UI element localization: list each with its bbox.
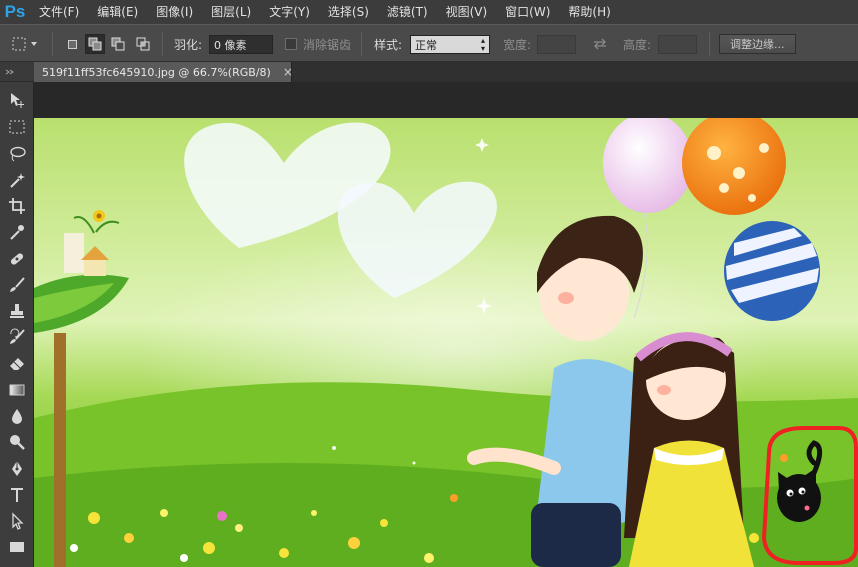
add-to-selection-button[interactable]	[85, 34, 105, 54]
feather-input[interactable]: 0 像素	[209, 35, 273, 54]
magic-wand-icon	[10, 173, 25, 188]
menu-image[interactable]: 图像(I)	[147, 0, 202, 24]
menu-type[interactable]: 文字(Y)	[260, 0, 319, 24]
brush-icon	[10, 277, 25, 292]
history-brush-icon	[10, 328, 25, 344]
blur-tool[interactable]	[0, 404, 34, 428]
lasso-tool[interactable]	[0, 142, 34, 166]
style-label: 样式:	[374, 37, 403, 52]
intersect-selection-icon	[136, 37, 150, 51]
blur-drop-icon	[12, 409, 22, 424]
subtract-selection-icon	[111, 37, 125, 51]
move-tool[interactable]	[0, 88, 34, 112]
subtract-selection-button[interactable]	[108, 34, 128, 54]
type-tool[interactable]	[0, 483, 34, 507]
stamp-icon	[10, 304, 24, 318]
tools-panel	[0, 82, 34, 567]
illustration	[34, 118, 858, 567]
document-tab[interactable]: 519f11ff53fc645910.jpg @ 66.7%(RGB/8) ×	[34, 62, 293, 82]
eyedropper-icon	[10, 225, 24, 240]
style-select[interactable]: 正常 ▴ ▾	[410, 35, 490, 54]
brush-tool[interactable]	[0, 273, 34, 297]
separator	[52, 32, 53, 56]
menu-window[interactable]: 窗口(W)	[496, 0, 559, 24]
separator	[709, 32, 710, 56]
document-tab-bar: 519f11ff53fc645910.jpg @ 66.7%(RGB/8) ×	[34, 62, 858, 82]
width-label: 宽度:	[503, 37, 532, 52]
menu-layer[interactable]: 图层(L)	[202, 0, 260, 24]
tools-panel-header[interactable]	[0, 62, 34, 82]
new-selection-icon	[67, 39, 77, 49]
menu-select[interactable]: 选择(S)	[319, 0, 378, 24]
lasso-icon	[10, 146, 26, 162]
shape-tool[interactable]	[0, 535, 34, 559]
dodge-icon	[10, 435, 25, 450]
document-canvas[interactable]	[34, 118, 858, 567]
menu-file[interactable]: 文件(F)	[30, 0, 88, 24]
new-selection-button[interactable]	[62, 34, 82, 54]
magic-wand-tool[interactable]	[0, 168, 34, 192]
path-selection-tool[interactable]	[0, 509, 34, 533]
tool-preset-picker[interactable]	[12, 25, 38, 63]
girl-blush	[657, 385, 671, 395]
height-label: 高度:	[623, 37, 652, 52]
rectangle-shape-icon	[10, 542, 24, 552]
pen-tool[interactable]	[0, 457, 34, 481]
crop-tool[interactable]	[0, 194, 34, 218]
gradient-icon	[9, 384, 25, 396]
separator	[162, 32, 163, 56]
style-select-value: 正常	[415, 38, 437, 52]
antialias-checkbox[interactable]	[285, 38, 297, 50]
dodge-tool[interactable]	[0, 430, 34, 454]
menu-help[interactable]: 帮助(H)	[559, 0, 619, 24]
clone-stamp-tool[interactable]	[0, 299, 34, 323]
antialias-label: 消除锯齿	[303, 37, 352, 52]
gradient-tool[interactable]	[0, 378, 34, 402]
width-input[interactable]	[537, 35, 576, 54]
eyedropper-tool[interactable]	[0, 220, 34, 244]
intersect-selection-button[interactable]	[133, 34, 153, 54]
swap-dimensions-icon[interactable]	[592, 25, 608, 63]
add-selection-icon	[88, 37, 102, 51]
menu-filter[interactable]: 滤镜(T)	[378, 0, 437, 24]
boy-pants	[531, 503, 621, 567]
rectangle-marquee-icon	[9, 120, 25, 134]
history-brush-tool[interactable]	[0, 325, 34, 349]
pasteboard	[34, 82, 858, 118]
move-icon	[11, 93, 24, 108]
photoshop-logo: Ps	[4, 2, 26, 21]
text-t-icon	[11, 488, 23, 502]
menu-view[interactable]: 视图(V)	[437, 0, 497, 24]
bandage-icon	[10, 253, 24, 265]
menu-bar: Ps 文件(F) 编辑(E) 图像(I) 图层(L) 文字(Y) 选择(S) 滤…	[0, 0, 858, 24]
collapse-arrows-icon	[5, 69, 14, 75]
tree-trunk	[54, 333, 66, 567]
boy-blush	[558, 292, 574, 304]
pen-icon	[12, 461, 22, 476]
options-bar: 羽化: 0 像素 消除锯齿 样式: 正常 ▴ ▾ 宽度: 高度: 调整边缘...	[0, 24, 858, 62]
chevron-updown-icon: ▴ ▾	[480, 35, 485, 53]
healing-brush-tool[interactable]	[0, 247, 34, 271]
separator	[361, 32, 362, 56]
eraser-tool[interactable]	[0, 351, 34, 375]
eraser-icon	[10, 358, 24, 370]
document-tab-title: 519f11ff53fc645910.jpg @ 66.7%(RGB/8)	[42, 65, 271, 79]
close-icon[interactable]: ×	[283, 65, 293, 79]
marquee-preset-icon	[12, 37, 37, 51]
refine-edge-button[interactable]: 调整边缘...	[719, 34, 796, 54]
height-input[interactable]	[658, 35, 697, 54]
path-selection-arrow-icon	[12, 512, 24, 530]
marquee-tool[interactable]	[0, 115, 34, 139]
menu-edit[interactable]: 编辑(E)	[88, 0, 147, 24]
crop-icon	[9, 198, 25, 214]
feather-label: 羽化:	[174, 37, 203, 52]
